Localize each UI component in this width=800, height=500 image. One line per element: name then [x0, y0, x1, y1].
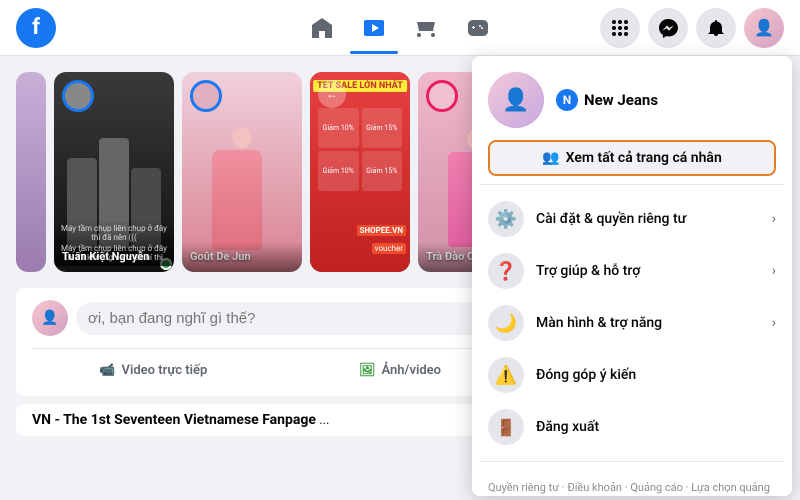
post-user-avatar: 👤 — [32, 300, 68, 336]
story-avatar-4 — [426, 80, 458, 112]
account-avatar[interactable]: 👤 — [744, 8, 784, 48]
menu-item-help[interactable]: ❓ Trợ giúp & hỗ trợ › — [480, 245, 784, 297]
settings-chevron: › — [772, 211, 776, 227]
view-all-profiles-button[interactable]: 👥 Xem tất cả trang cá nhân — [488, 140, 776, 176]
n-badge: N — [556, 89, 578, 111]
menu-item-logout-left: 🚪 Đăng xuất — [488, 409, 599, 445]
help-chevron: › — [772, 263, 776, 279]
nav-marketplace[interactable] — [402, 4, 450, 52]
settings-icon: ⚙️ — [488, 201, 524, 237]
logout-label: Đăng xuất — [536, 419, 599, 435]
help-label: Trợ giúp & hỗ trợ — [536, 263, 640, 279]
story-card-2[interactable]: Goût De Jun — [182, 72, 302, 272]
story-partial-left[interactable] — [16, 72, 46, 272]
profile-name-area: N New Jeans — [556, 89, 658, 111]
live-video-label: Video trực tiếp — [122, 363, 208, 378]
menu-item-display[interactable]: 🌙 Màn hình & trợ năng › — [480, 297, 784, 349]
story-card-3[interactable]: TET SALE LỚN NHẤT Giảm 10% Giảm 15% Giảm… — [310, 72, 410, 272]
profile-section: 👤 N New Jeans — [480, 64, 784, 136]
profile-name-badge: N New Jeans — [556, 89, 658, 111]
grid-menu-button[interactable] — [600, 8, 640, 48]
page-post-ellipsis: ... — [319, 413, 329, 428]
feedback-icon: ⚠️ — [488, 357, 524, 393]
menu-item-display-left: 🌙 Màn hình & trợ năng — [488, 305, 662, 341]
menu-item-help-left: ❓ Trợ giúp & hỗ trợ — [488, 253, 640, 289]
menu-item-feedback-left: ⚠️ Đóng góp ý kiến — [488, 357, 636, 393]
help-icon: ❓ — [488, 253, 524, 289]
account-dropdown: 👤 N New Jeans 👥 Xem tất cả trang cá nhân… — [472, 56, 792, 496]
story-card-1[interactable]: Máy tầm chụp liên chụp ở đây thì đã nên … — [54, 72, 174, 272]
nav-home[interactable] — [298, 4, 346, 52]
facebook-logo[interactable]: f — [16, 8, 56, 48]
nav-reels[interactable] — [350, 4, 398, 52]
menu-item-logout[interactable]: 🚪 Đăng xuất — [480, 401, 784, 453]
display-label: Màn hình & trợ năng — [536, 315, 662, 331]
settings-label: Cài đặt & quyền riêng tư — [536, 211, 686, 227]
nav-gaming[interactable] — [454, 4, 502, 52]
story-arrow[interactable]: ← — [318, 80, 346, 108]
shopee-label: SHOPEE.VN — [357, 225, 406, 236]
topnav-right: 👤 — [600, 8, 784, 48]
topnav-left: f — [16, 8, 56, 48]
menu-item-settings[interactable]: ⚙️ Cài đặt & quyền riêng tư › — [480, 193, 784, 245]
menu-divider-1 — [480, 184, 784, 185]
view-profiles-label: Xem tất cả trang cá nhân — [566, 150, 722, 166]
topnav: f — [0, 0, 800, 56]
messenger-button[interactable] — [648, 8, 688, 48]
logout-icon: 🚪 — [488, 409, 524, 445]
profile-avatar: 👤 — [488, 72, 544, 128]
display-icon: 🌙 — [488, 305, 524, 341]
page-post-name[interactable]: VN - The 1st Seventeen Vietnamese Fanpag… — [32, 412, 316, 428]
live-video-button[interactable]: 📹 Video trực tiếp — [32, 357, 275, 384]
profile-display-name: New Jeans — [584, 91, 658, 109]
story-avatar-1 — [62, 80, 94, 112]
display-chevron: › — [772, 315, 776, 331]
story-avatar-2 — [190, 80, 222, 112]
live-video-icon: 📹 — [99, 363, 115, 378]
topnav-center — [298, 4, 502, 52]
photo-video-icon: 🖼 — [359, 363, 376, 378]
footer-links: Quyền riêng tư · Điều khoản · Quảng cáo … — [480, 470, 784, 496]
menu-divider-2 — [480, 461, 784, 462]
story-label-1: Tuấn Kiệt Nguyễn — [62, 250, 170, 264]
view-profiles-icon: 👥 — [542, 150, 559, 166]
photo-video-label: Ảnh/video — [381, 363, 441, 378]
voucher-label: voucher — [372, 243, 406, 254]
menu-item-settings-left: ⚙️ Cài đặt & quyền riêng tư — [488, 201, 686, 237]
notifications-button[interactable] — [696, 8, 736, 48]
menu-item-feedback[interactable]: ⚠️ Đóng góp ý kiến — [480, 349, 784, 401]
footer-text: Quyền riêng tư · Điều khoản · Quảng cáo … — [488, 481, 770, 496]
feedback-label: Đóng góp ý kiến — [536, 367, 636, 383]
